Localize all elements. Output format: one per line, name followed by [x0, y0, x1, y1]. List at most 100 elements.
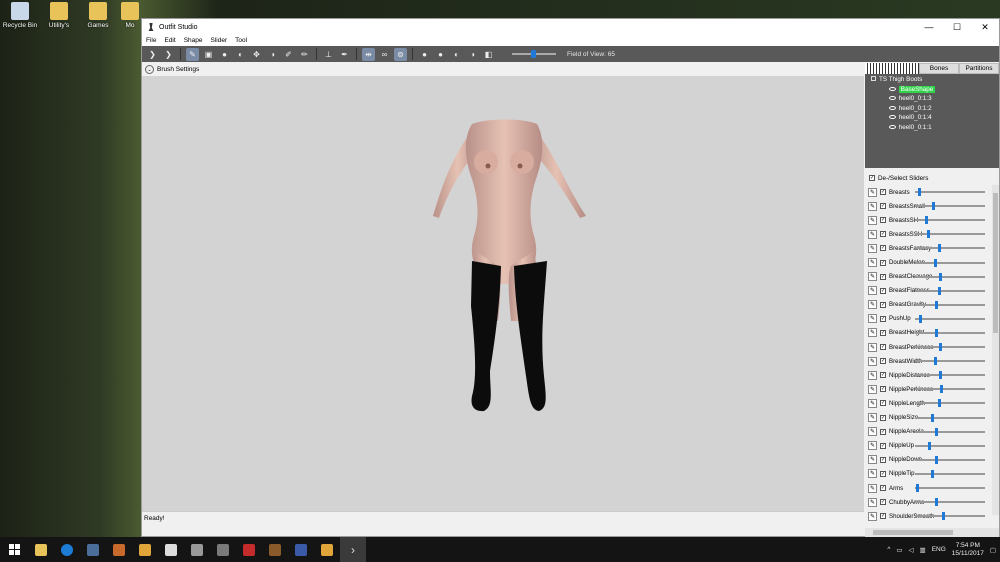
eye-icon[interactable]: [889, 86, 896, 91]
pen-tool-icon[interactable]: ✒: [338, 48, 351, 61]
taskbar-app-12[interactable]: [314, 537, 340, 562]
slider-row[interactable]: ✎ ✓ Arms: [865, 481, 999, 495]
edit-pencil-icon[interactable]: ✎: [868, 201, 877, 211]
brush-settings-bar[interactable]: ⌄ Brush Settings: [142, 63, 864, 76]
slider-row[interactable]: ✎ ✓ NippleAreola: [865, 425, 999, 439]
edit-pencil-icon[interactable]: ✎: [868, 441, 877, 451]
slider-track[interactable]: [915, 188, 985, 197]
slider-checkbox[interactable]: ✓: [880, 344, 886, 351]
edit-pencil-icon[interactable]: ✎: [868, 243, 877, 253]
slider-track[interactable]: [915, 357, 985, 366]
title-bar[interactable]: Outfit Studio — ☐ ✕: [142, 19, 999, 35]
slider-checkbox[interactable]: ✓: [880, 442, 886, 449]
slider-checkbox[interactable]: ✓: [880, 372, 886, 379]
slider-knob[interactable]: [927, 230, 930, 239]
tree-root[interactable]: TS Thigh Boots: [869, 75, 995, 85]
slider-track[interactable]: [915, 484, 985, 493]
tree-item[interactable]: heel0_0:1:2: [869, 104, 995, 114]
edit-pencil-icon[interactable]: ✎: [868, 427, 877, 437]
eye-icon[interactable]: [889, 105, 896, 110]
slider-track[interactable]: [915, 258, 985, 267]
smooth-brush-icon[interactable]: ◑: [266, 48, 279, 61]
menu-slider[interactable]: Slider: [210, 37, 227, 44]
eye-icon[interactable]: [889, 96, 896, 101]
tree-item[interactable]: heel0_0:1:4: [869, 113, 995, 123]
taskbar-app-9[interactable]: [236, 537, 262, 562]
view-back-icon[interactable]: ●: [434, 48, 447, 61]
edit-pencil-icon[interactable]: ✎: [868, 300, 877, 310]
slider-row[interactable]: ✎ ✓ NipplePerkiness: [865, 382, 999, 396]
edit-pencil-icon[interactable]: ✎: [868, 328, 877, 338]
weight-brush-icon[interactable]: ✐: [282, 48, 295, 61]
slider-knob[interactable]: [935, 427, 938, 436]
slider-checkbox[interactable]: ✓: [880, 414, 886, 421]
edit-pencil-icon[interactable]: ✎: [868, 286, 877, 296]
slider-track[interactable]: [915, 216, 985, 225]
slider-track[interactable]: [915, 498, 985, 507]
slider-checkbox[interactable]: ✓: [880, 358, 886, 365]
edit-pencil-icon[interactable]: ✎: [868, 229, 877, 239]
menu-file[interactable]: File: [146, 37, 156, 44]
edit-pencil-icon[interactable]: ✎: [868, 215, 877, 225]
slider-row[interactable]: ✎ ✓ BreastFlatness: [865, 284, 999, 298]
slider-row[interactable]: ✎ ✓ NippleSize: [865, 411, 999, 425]
slider-checkbox[interactable]: ✓: [880, 513, 886, 520]
slider-track[interactable]: [915, 202, 985, 211]
edit-pencil-icon[interactable]: ✎: [868, 483, 877, 493]
slider-checkbox[interactable]: ✓: [880, 470, 886, 477]
eye-icon[interactable]: [889, 124, 896, 129]
edit-pencil-icon[interactable]: ✎: [868, 272, 877, 282]
horizontal-scrollbar[interactable]: [865, 528, 999, 537]
slider-track[interactable]: [915, 455, 985, 464]
slider-knob[interactable]: [932, 202, 935, 211]
slider-knob[interactable]: [935, 300, 938, 309]
slider-row[interactable]: ✎ ✓ BreastsSSH: [865, 227, 999, 241]
slider-track[interactable]: [915, 371, 985, 380]
tree-item-baseshape[interactable]: BaseShape: [869, 85, 995, 95]
slider-track[interactable]: [915, 512, 985, 521]
taskbar-steam[interactable]: [80, 537, 106, 562]
view-right-icon[interactable]: ◑: [466, 48, 479, 61]
slider-select-header[interactable]: ✓ De-/Select Sliders: [865, 172, 999, 184]
slider-knob[interactable]: [935, 498, 938, 507]
slider-knob[interactable]: [938, 399, 941, 408]
slider-row[interactable]: ✎ ✓ BreastsSmall: [865, 199, 999, 213]
slider-track[interactable]: [915, 413, 985, 422]
slider-row[interactable]: ✎ ✓ BreastGravity: [865, 298, 999, 312]
taskbar-app-11[interactable]: [288, 537, 314, 562]
slider-track[interactable]: [915, 469, 985, 478]
slider-knob[interactable]: [939, 371, 942, 380]
slider-list-scrollbar[interactable]: [992, 185, 999, 515]
slider-checkbox[interactable]: ✓: [880, 456, 886, 463]
slider-row[interactable]: ✎ ✓ BreastPerkiness: [865, 340, 999, 354]
edit-pencil-icon[interactable]: ✎: [868, 187, 877, 197]
slider-knob[interactable]: [939, 272, 942, 281]
transform-tool-icon[interactable]: ❯: [162, 48, 175, 61]
slider-knob[interactable]: [938, 244, 941, 253]
maximize-button[interactable]: ☐: [943, 22, 971, 33]
scrollbar-thumb[interactable]: [873, 530, 953, 535]
slider-row[interactable]: ✎ ✓ NippleDown: [865, 453, 999, 467]
edit-pencil-icon[interactable]: ✎: [868, 314, 877, 324]
tab-partitions[interactable]: Partitions: [959, 63, 999, 74]
slider-checkbox[interactable]: ✓: [880, 400, 886, 407]
notifications-icon[interactable]: ▢: [990, 546, 996, 554]
menu-edit[interactable]: Edit: [164, 37, 175, 44]
edit-pencil-icon[interactable]: ✎: [868, 497, 877, 507]
slider-track[interactable]: [915, 286, 985, 295]
volume-icon[interactable]: ◁: [909, 546, 914, 554]
edit-pencil-icon[interactable]: ✎: [868, 384, 877, 394]
clock[interactable]: 7:54 PM 15/11/2017: [952, 542, 984, 558]
slider-row[interactable]: ✎ ✓ BreastWidth: [865, 354, 999, 368]
slider-checkbox[interactable]: ✓: [880, 301, 886, 308]
slider-checkbox[interactable]: ✓: [880, 485, 886, 492]
language-indicator[interactable]: ENG: [932, 546, 946, 553]
desktop-icon-games[interactable]: Games: [78, 2, 118, 29]
slider-track[interactable]: [915, 244, 985, 253]
field-of-view-slider-knob[interactable]: [531, 50, 536, 58]
edit-pencil-icon[interactable]: ✎: [868, 413, 877, 423]
taskbar-outfit-studio[interactable]: ›: [340, 537, 366, 562]
slider-track[interactable]: [915, 272, 985, 281]
taskbar-app-5[interactable]: [132, 537, 158, 562]
slider-row[interactable]: ✎ ✓ DoubleMelon: [865, 255, 999, 269]
